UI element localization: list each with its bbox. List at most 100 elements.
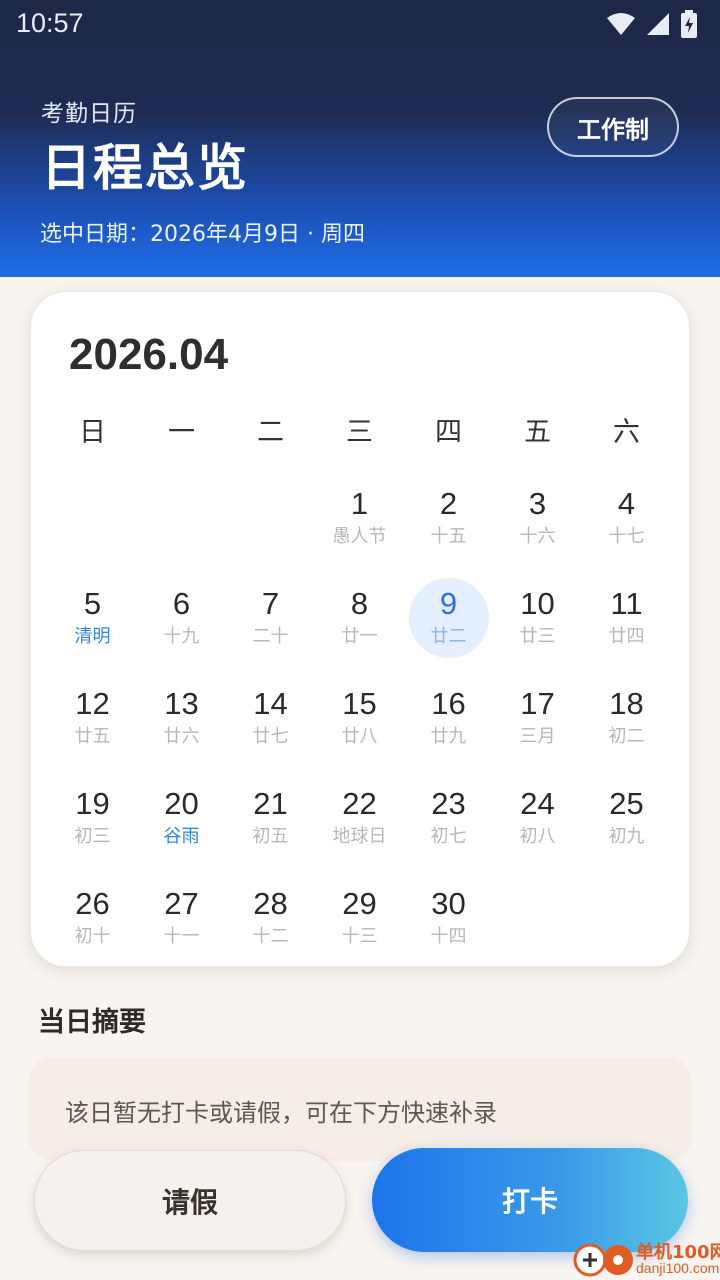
day-number: 19 — [75, 786, 110, 821]
solar-term-label: 谷雨 — [163, 826, 200, 847]
calendar-empty-cell — [226, 464, 315, 564]
calendar-empty-cell — [48, 464, 137, 564]
day-number: 17 — [520, 686, 555, 721]
calendar-day[interactable]: 19 初三 — [48, 764, 137, 864]
calendar-day-selected[interactable]: 9 廿二 — [404, 564, 493, 664]
day-number: 8 — [350, 586, 369, 621]
lunar-date-label: 十七 — [608, 526, 645, 547]
wifi-icon — [607, 13, 635, 35]
day-number: 1 — [350, 486, 369, 521]
calendar-day[interactable]: 18 初二 — [582, 664, 671, 764]
weekday-label: 五 — [524, 417, 551, 448]
lunar-date-label: 十二 — [252, 926, 289, 947]
calendar-day[interactable]: 7 二十 — [226, 564, 315, 664]
lunar-date-label: 初九 — [608, 826, 645, 847]
day-number: 4 — [617, 486, 636, 521]
day-number: 15 — [342, 686, 377, 721]
status-bar: 10:57 — [0, 0, 720, 50]
day-number: 26 — [75, 886, 110, 921]
summary-title: 当日摘要 — [38, 1007, 146, 1038]
calendar-day[interactable]: 22 地球日 — [315, 764, 404, 864]
day-number: 20 — [164, 786, 199, 821]
calendar-day[interactable]: 6 十九 — [137, 564, 226, 664]
lunar-date-label: 初三 — [74, 826, 111, 847]
cell-signal-icon — [647, 13, 669, 35]
weekday-label: 日 — [79, 417, 106, 448]
leave-button[interactable]: 请假 — [34, 1150, 346, 1251]
day-number: 6 — [172, 586, 191, 621]
month-label: 2026.04 — [69, 330, 229, 379]
lunar-date-label: 十六 — [519, 526, 556, 547]
calendar-day[interactable]: 20 谷雨 — [137, 764, 226, 864]
day-number: 13 — [164, 686, 199, 721]
calendar-day[interactable]: 4 十七 — [582, 464, 671, 564]
day-number: 25 — [609, 786, 644, 821]
calendar-day[interactable]: 15 廿八 — [315, 664, 404, 764]
calendar-empty-cell — [137, 464, 226, 564]
day-number: 10 — [520, 586, 555, 621]
calendar-day[interactable]: 3 十六 — [493, 464, 582, 564]
day-number: 24 — [520, 786, 555, 821]
punch-button[interactable]: 打卡 — [372, 1148, 688, 1252]
calendar-day[interactable]: 11 廿四 — [582, 564, 671, 664]
lunar-date-label: 地球日 — [332, 826, 387, 847]
lunar-date-label: 廿六 — [163, 726, 200, 747]
selected-date-label: 选中日期：2026年4月9日 · 周四 — [40, 222, 365, 247]
lunar-date-label: 廿四 — [608, 626, 645, 647]
lunar-date-label: 初五 — [252, 826, 289, 847]
calendar-day[interactable]: 16 廿九 — [404, 664, 493, 764]
lunar-date-label: 三月 — [519, 726, 556, 747]
weekday-label: 三 — [346, 417, 373, 448]
calendar-day[interactable]: 5 清明 — [48, 564, 137, 664]
calendar-day[interactable]: 24 初八 — [493, 764, 582, 864]
summary-box: 该日暂无打卡或请假，可在下方快速补录 — [28, 1057, 692, 1161]
day-number: 27 — [164, 886, 199, 921]
calendar-day[interactable]: 8 廿一 — [315, 564, 404, 664]
calendar-day[interactable]: 14 廿七 — [226, 664, 315, 764]
calendar-day[interactable]: 26 初十 — [48, 864, 137, 964]
lunar-date-label: 十三 — [341, 926, 378, 947]
lunar-date-label: 廿八 — [341, 726, 378, 747]
weekday-header: 日 一 二 三 四 五 六 — [48, 410, 672, 449]
lunar-date-label: 十九 — [163, 626, 200, 647]
calendar-day[interactable]: 23 初七 — [404, 764, 493, 864]
day-number: 21 — [253, 786, 288, 821]
day-number: 22 — [342, 786, 377, 821]
calendar-day[interactable]: 17 三月 — [493, 664, 582, 764]
calendar-day[interactable]: 27 十一 — [137, 864, 226, 964]
lunar-date-label: 初十 — [74, 926, 111, 947]
lunar-date-label: 初七 — [430, 826, 467, 847]
day-number: 14 — [253, 686, 288, 721]
weekday-label: 一 — [168, 417, 195, 448]
lunar-date-label: 初八 — [519, 826, 556, 847]
header: 10:57 考勤日历 日程总览 选中日期：2026年4月9日 · 周四 工作制 — [0, 0, 720, 277]
day-number: 9 — [439, 586, 458, 621]
watermark: 单机100网 danji100.com — [572, 1238, 720, 1280]
day-number: 16 — [431, 686, 466, 721]
battery-charging-icon — [681, 10, 697, 38]
work-schedule-button[interactable]: 工作制 — [547, 97, 679, 157]
calendar-day[interactable]: 30 十四 — [404, 864, 493, 964]
status-time: 10:57 — [16, 8, 84, 38]
calendar-day[interactable]: 29 十三 — [315, 864, 404, 964]
lunar-date-label: 愚人节 — [332, 526, 387, 547]
lunar-date-label: 廿一 — [341, 626, 378, 647]
calendar-day[interactable]: 12 廿五 — [48, 664, 137, 764]
weekday-label: 六 — [613, 417, 640, 448]
day-number: 2 — [439, 486, 458, 521]
lunar-date-label: 廿二 — [430, 626, 467, 647]
calendar-day[interactable]: 2 十五 — [404, 464, 493, 564]
calendar-day[interactable]: 1 愚人节 — [315, 464, 404, 564]
calendar-day[interactable]: 28 十二 — [226, 864, 315, 964]
day-number: 11 — [610, 586, 643, 621]
page-title: 日程总览 — [41, 139, 249, 197]
lunar-date-label: 十一 — [163, 926, 200, 947]
watermark-url: danji100.com — [636, 1260, 720, 1276]
calendar-day[interactable]: 10 廿三 — [493, 564, 582, 664]
calendar-card: 2026.04 日 一 二 三 四 五 六 1 愚人节 2 十五 3 十六 4 十七 5 清明 6 十… — [30, 291, 690, 967]
calendar-day[interactable]: 21 初五 — [226, 764, 315, 864]
calendar-day[interactable]: 13 廿六 — [137, 664, 226, 764]
calendar-day[interactable]: 25 初九 — [582, 764, 671, 864]
lunar-date-label: 廿五 — [74, 726, 111, 747]
weekday-label: 二 — [257, 417, 284, 448]
